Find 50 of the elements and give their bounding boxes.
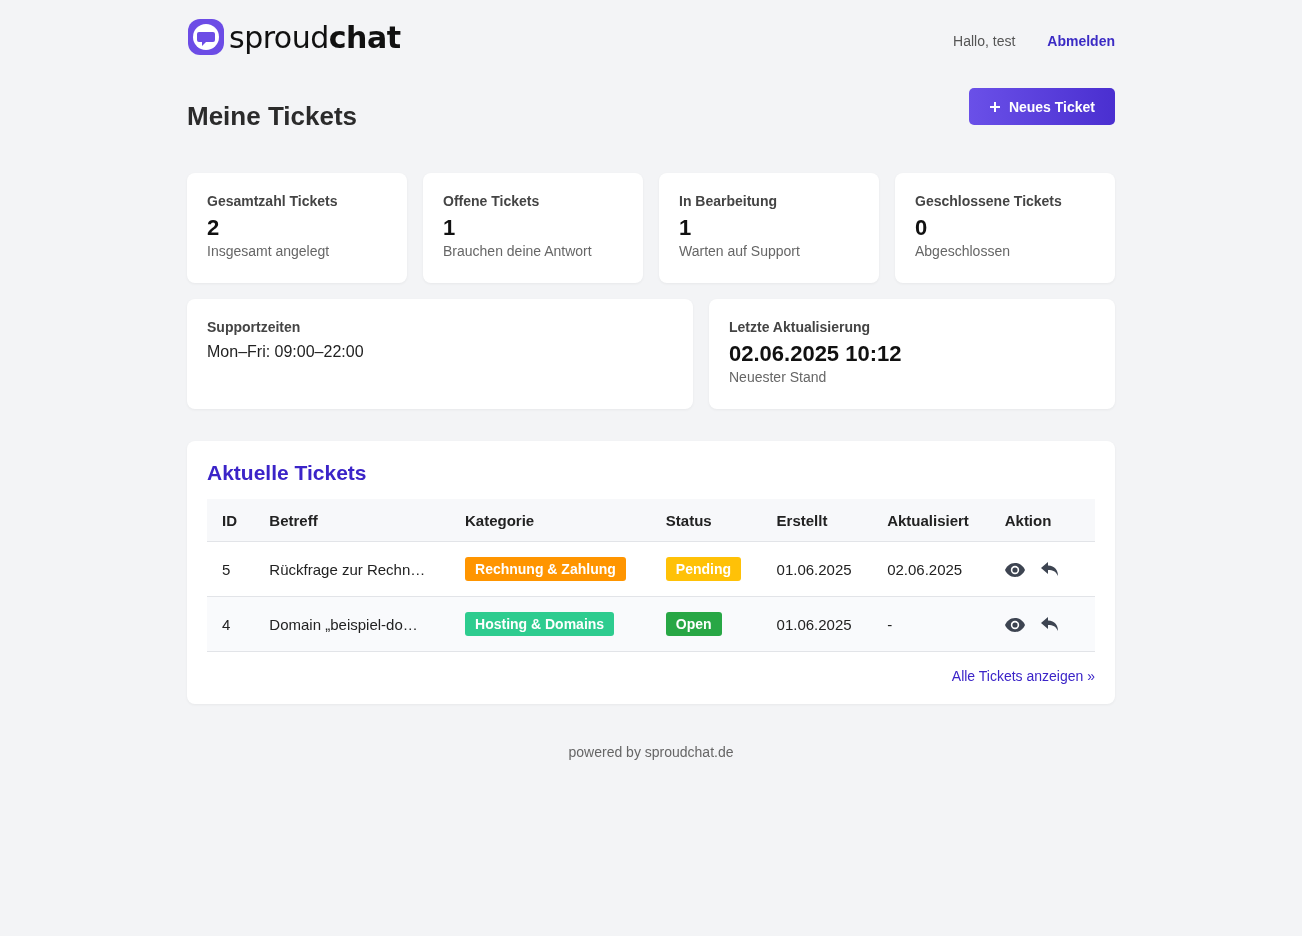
last-update-label: Letzte Aktualisierung xyxy=(729,319,872,335)
column-header: Status xyxy=(650,499,762,542)
table-cell: 01.06.2025 xyxy=(761,541,873,597)
reply-icon[interactable] xyxy=(1040,562,1059,578)
all-tickets-link[interactable]: Alle Tickets anzeigen » xyxy=(951,668,1095,684)
status-tag: Pending xyxy=(665,557,742,581)
table-cell: 02.06.2025 xyxy=(872,541,990,597)
column-header: Aktualisiert xyxy=(872,499,990,542)
support-hours-value: Mon–Fri: 09:00–22:00 xyxy=(207,343,365,361)
stat-note: Brauchen deine Antwort xyxy=(443,243,593,259)
stat-label: In Bearbeitung xyxy=(679,193,778,209)
table-cell: 01.06.2025 xyxy=(761,596,873,652)
stat-value: 1 xyxy=(679,215,693,241)
logout-link[interactable]: Abmelden xyxy=(1047,33,1115,49)
table-cell: 5 xyxy=(207,541,255,597)
stat-label: Gesamtzahl Tickets xyxy=(207,193,339,209)
stat-value: 0 xyxy=(915,215,929,241)
column-header: Betreff xyxy=(254,499,450,542)
category-tag: Hosting & Domains xyxy=(465,612,615,636)
plus-icon xyxy=(988,100,1001,113)
reply-icon[interactable] xyxy=(1040,617,1059,633)
logo-text: sproudchat xyxy=(229,19,401,55)
table-cell[interactable]: Domain „beispiel-do… xyxy=(254,596,450,652)
eye-icon[interactable] xyxy=(1004,563,1025,577)
category-tag: Rechnung & Zahlung xyxy=(465,557,626,581)
stat-note: Abgeschlossen xyxy=(915,243,1011,259)
table-cell: - xyxy=(872,596,990,652)
stat-note: Warten auf Support xyxy=(679,243,801,259)
stat-note: Insgesamt angelegt xyxy=(207,243,331,259)
stat-value: 1 xyxy=(443,215,457,241)
footer-text: powered by sproudchat.de xyxy=(567,744,735,760)
support-hours-label: Supportzeiten xyxy=(207,319,302,335)
column-header: ID xyxy=(207,499,255,542)
last-update-note: Neuester Stand xyxy=(729,369,828,385)
last-update-value: 02.06.2025 10:12 xyxy=(729,341,903,367)
column-header: Kategorie xyxy=(450,499,651,542)
stat-label: Offene Tickets xyxy=(443,193,541,209)
section-title: Aktuelle Tickets xyxy=(207,461,368,485)
eye-icon[interactable] xyxy=(1004,618,1025,632)
stat-value: 2 xyxy=(207,215,221,241)
table-cell[interactable]: Rückfrage zur Rechn… xyxy=(254,541,450,597)
chat-bubble-icon xyxy=(187,18,225,56)
table-cell: 4 xyxy=(207,596,255,652)
column-header: Erstellt xyxy=(761,499,873,542)
column-header: Aktion xyxy=(989,499,1095,542)
status-tag: Open xyxy=(665,612,722,636)
greeting-text: Hallo, test xyxy=(953,33,1016,49)
page-title: Meine Tickets xyxy=(187,101,358,132)
stat-label: Geschlossene Tickets xyxy=(915,193,1063,209)
new-ticket-button[interactable]: Neues Ticket xyxy=(968,88,1115,125)
